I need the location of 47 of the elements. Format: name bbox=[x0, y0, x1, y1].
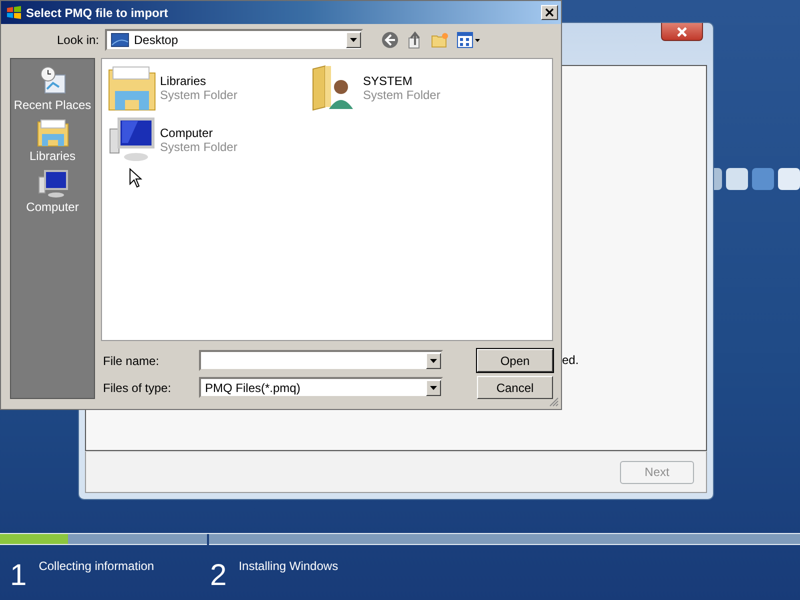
close-icon bbox=[545, 8, 554, 18]
partial-text: ed. bbox=[562, 353, 579, 367]
step-number: 1 bbox=[10, 559, 27, 591]
file-name: SYSTEM bbox=[363, 74, 414, 88]
look-in-dropdown[interactable]: Desktop bbox=[105, 28, 363, 51]
file-item[interactable]: Libraries System Folder bbox=[108, 65, 311, 111]
look-in-label: Look in: bbox=[56, 32, 99, 47]
cancel-button[interactable]: Cancel bbox=[477, 376, 553, 399]
file-type-label: Files of type: bbox=[102, 380, 172, 394]
file-name-field[interactable] bbox=[199, 350, 443, 371]
file-name-label: File name: bbox=[102, 354, 160, 368]
window-title: Select PMQ file to import bbox=[26, 6, 170, 20]
places-label: Libraries bbox=[29, 149, 76, 163]
close-icon bbox=[675, 26, 689, 36]
file-type-value: PMQ Files(*.pmq) bbox=[205, 380, 302, 394]
look-in-value: Desktop bbox=[134, 32, 180, 47]
progress-square-icon bbox=[778, 168, 800, 190]
file-item[interactable]: SYSTEM System Folder bbox=[311, 65, 514, 111]
file-type-dropdown[interactable]: PMQ Files(*.pmq) bbox=[199, 377, 443, 398]
desktop-icon bbox=[111, 32, 129, 47]
library-folder-icon bbox=[36, 118, 68, 148]
computer-icon bbox=[36, 169, 68, 199]
step-label: Collecting information bbox=[38, 559, 154, 573]
places-label: Recent Places bbox=[14, 98, 92, 112]
file-type: System Folder bbox=[160, 140, 238, 154]
step-number: 2 bbox=[210, 559, 227, 591]
mouse-cursor-icon bbox=[129, 168, 143, 188]
close-button[interactable] bbox=[661, 23, 703, 41]
places-item[interactable]: Computer bbox=[26, 169, 79, 214]
file-name: Computer bbox=[160, 126, 214, 140]
view-menu-icon[interactable] bbox=[457, 32, 481, 48]
resize-grip-icon[interactable] bbox=[549, 397, 559, 407]
file-name: Libraries bbox=[160, 74, 208, 88]
step-label: Installing Windows bbox=[238, 559, 338, 573]
places-item[interactable]: Recent Places bbox=[14, 65, 92, 112]
places-item[interactable]: Libraries bbox=[29, 118, 76, 163]
file-type: System Folder bbox=[363, 88, 440, 102]
computer-icon bbox=[108, 117, 156, 163]
windows-logo-icon bbox=[6, 4, 22, 21]
back-icon[interactable] bbox=[381, 30, 399, 49]
progress-square-icon bbox=[726, 168, 748, 190]
open-button[interactable]: Open bbox=[477, 349, 553, 372]
library-folder-icon bbox=[108, 65, 156, 111]
file-item[interactable]: Computer System Folder bbox=[108, 117, 311, 163]
progress-square-icon bbox=[752, 168, 774, 190]
places-label: Computer bbox=[26, 200, 79, 214]
file-type: System Folder bbox=[160, 88, 238, 102]
